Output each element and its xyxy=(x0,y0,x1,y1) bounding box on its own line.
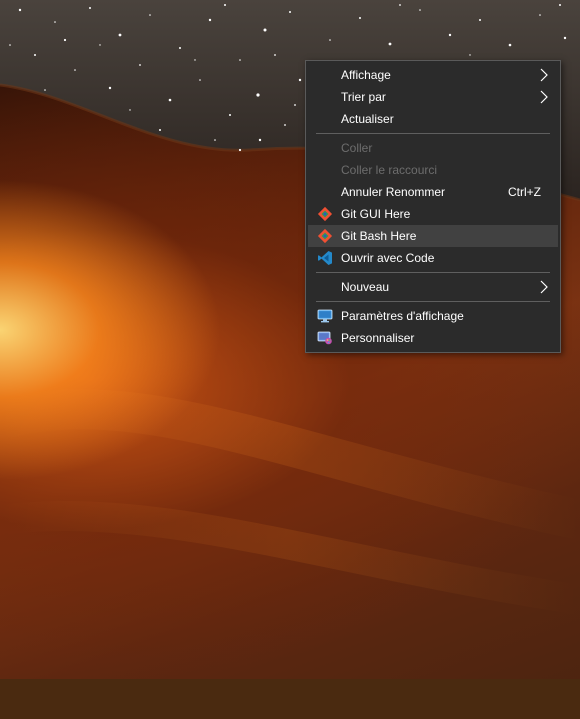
menu-item-git-bash-here[interactable]: Git Bash Here xyxy=(308,225,558,247)
menu-item-label: Affichage xyxy=(341,68,391,82)
taskbar[interactable] xyxy=(0,679,580,719)
personalize-icon xyxy=(317,331,332,345)
menu-item-label: Coller le raccourci xyxy=(341,163,438,177)
menu-separator xyxy=(316,272,550,273)
menu-item-nouveau[interactable]: Nouveau xyxy=(308,276,558,298)
menu-item-label: Git Bash Here xyxy=(341,229,417,243)
git-icon xyxy=(317,206,333,222)
menu-item-affichage[interactable]: Affichage xyxy=(308,64,558,86)
menu-item-git-gui-here[interactable]: Git GUI Here xyxy=(308,203,558,225)
menu-item-parametres-affichage[interactable]: Paramètres d'affichage xyxy=(308,305,558,327)
chevron-right-icon xyxy=(540,90,548,104)
menu-item-annuler-renommer[interactable]: Annuler Renommer Ctrl+Z xyxy=(308,181,558,203)
git-icon xyxy=(317,228,333,244)
menu-item-ouvrir-avec-code[interactable]: Ouvrir avec Code xyxy=(308,247,558,269)
menu-item-label: Annuler Renommer xyxy=(341,185,446,199)
display-settings-icon xyxy=(317,309,333,323)
menu-item-label: Personnaliser xyxy=(341,331,415,345)
menu-item-label: Actualiser xyxy=(341,112,394,126)
menu-item-shortcut: Ctrl+Z xyxy=(508,185,541,199)
menu-item-label: Coller xyxy=(341,141,373,155)
vscode-icon xyxy=(318,251,332,265)
desktop-context-menu: Affichage Trier par Actualiser Coller Co… xyxy=(305,60,561,353)
menu-item-personnaliser[interactable]: Personnaliser xyxy=(308,327,558,349)
chevron-right-icon xyxy=(540,280,548,294)
menu-item-label: Nouveau xyxy=(341,280,390,294)
menu-item-coller-raccourci[interactable]: Coller le raccourci xyxy=(308,159,558,181)
menu-item-label: Trier par xyxy=(341,90,386,104)
menu-item-label: Paramètres d'affichage xyxy=(341,309,464,323)
menu-separator xyxy=(316,301,550,302)
menu-item-actualiser[interactable]: Actualiser xyxy=(308,108,558,130)
menu-item-trier-par[interactable]: Trier par xyxy=(308,86,558,108)
menu-item-label: Ouvrir avec Code xyxy=(341,251,435,265)
menu-separator xyxy=(316,133,550,134)
menu-item-coller[interactable]: Coller xyxy=(308,137,558,159)
menu-item-label: Git GUI Here xyxy=(341,207,411,221)
chevron-right-icon xyxy=(540,68,548,82)
